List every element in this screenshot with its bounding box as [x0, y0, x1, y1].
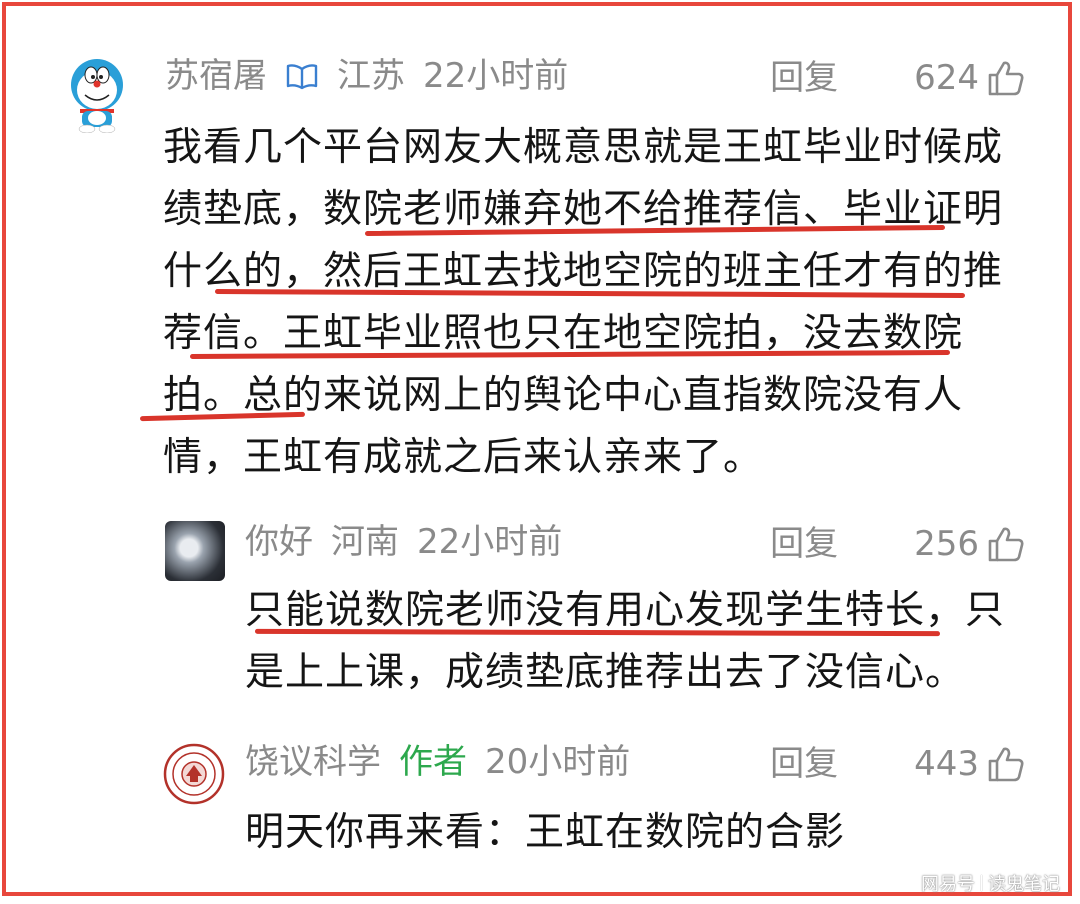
thumbs-up-icon[interactable] [987, 59, 1025, 97]
comment-actions: 回复 256 [770, 525, 1025, 563]
watermark-divider [981, 875, 982, 891]
timestamp: 22小时前 [423, 56, 569, 96]
author-name[interactable]: 苏宿屠 [165, 59, 267, 93]
comment-line: 情，王虹有成就之后来认亲来了。 [163, 435, 764, 480]
comment-body: 明天你再来看：王虹在数院的合影 [245, 802, 1035, 864]
thumbs-up-icon[interactable] [987, 525, 1025, 563]
avatar[interactable] [165, 521, 225, 581]
reply-button[interactable]: 回复 [770, 747, 838, 781]
like-count: 256 [914, 524, 979, 564]
avatar[interactable] [163, 743, 225, 805]
comment-actions: 回复 624 [770, 59, 1025, 97]
comment-meta: 苏宿屠 江苏 22小时前 [165, 59, 568, 93]
watermark: 网易号 读鬼笔记 [921, 870, 1060, 896]
avatar[interactable] [70, 55, 124, 133]
watermark-right: 读鬼笔记 [988, 874, 1060, 895]
comment-line: 拍。总的来说网上的舆论中心直指数院没有人 [163, 373, 964, 418]
verified-book-icon [285, 61, 319, 91]
reply-button[interactable]: 回复 [770, 527, 838, 561]
timestamp: 20小时前 [485, 742, 631, 782]
author-badge: 作者 [399, 742, 467, 782]
comment-body: 只能说数院老师没有用心发现学生特长，只 是上上课，成绩垫底推荐出去了没信心。 [245, 580, 1035, 704]
timestamp: 22小时前 [417, 522, 563, 562]
location: 河南 [331, 522, 399, 562]
comment-actions: 回复 443 [770, 745, 1025, 783]
like-count: 624 [914, 58, 979, 98]
author-name[interactable]: 你好 [245, 525, 313, 559]
comment-line: 我看几个平台网友大概意思就是王虹毕业时候成 [163, 125, 1004, 170]
watermark-left: 网易号 [921, 874, 975, 895]
comment-line: 是上上课，成绩垫底推荐出去了没信心。 [245, 650, 966, 695]
comment-meta: 饶议科学 作者 20小时前 [245, 745, 630, 779]
location: 江苏 [337, 56, 405, 96]
author-name[interactable]: 饶议科学 [245, 745, 381, 779]
comment-body: 我看几个平台网友大概意思就是王虹毕业时候成 绩垫底，数院老师嫌弃她不给推荐信、毕… [163, 117, 1033, 489]
comment-meta: 你好 河南 22小时前 [245, 525, 562, 559]
comment-line: 明天你再来看：王虹在数院的合影 [245, 810, 846, 855]
thumbs-up-icon[interactable] [987, 745, 1025, 783]
like-count: 443 [914, 744, 979, 784]
reply-button[interactable]: 回复 [770, 61, 838, 95]
